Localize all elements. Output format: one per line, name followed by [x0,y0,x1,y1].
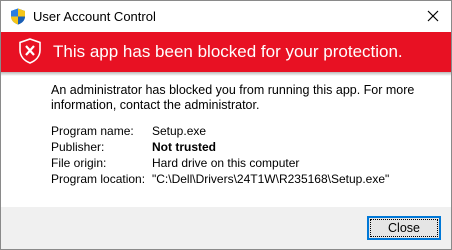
detail-value: Not trusted [152,140,216,154]
focus-indicator [370,219,438,237]
block-explanation: An administrator has blocked you from ru… [51,83,415,112]
detail-value: Setup.exe [152,124,207,138]
uac-dialog: User Account Control This app has been b… [0,0,452,250]
blocked-banner: This app has been blocked for your prote… [1,32,451,72]
window-title: User Account Control [33,9,156,24]
detail-label: File origin: [51,156,107,170]
close-icon[interactable] [421,4,445,28]
detail-label: Publisher: [51,140,105,154]
detail-value: Hard drive on this computer [152,156,300,170]
dialog-footer: Close [1,207,451,249]
banner-divider [1,72,451,76]
banner-message: This app has been blocked for your prote… [53,42,403,61]
detail-value: "C:\Dell\Drivers\24T1W\R235168\Setup.exe… [152,172,390,186]
detail-label: Program location: [51,172,146,186]
close-button[interactable]: Close [367,216,441,240]
detail-label: Program name: [51,124,134,138]
title-bar[interactable]: User Account Control [1,1,451,31]
blocked-shield-icon [19,38,41,64]
uac-shield-icon [11,8,25,25]
